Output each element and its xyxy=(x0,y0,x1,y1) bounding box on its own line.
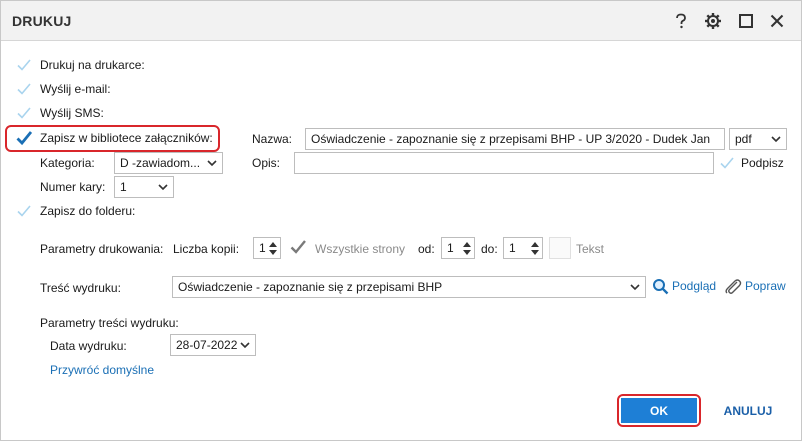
chevron-down-icon xyxy=(630,284,640,291)
format-select[interactable]: pdf xyxy=(729,128,787,150)
description-label: Opis: xyxy=(252,156,281,170)
fix-link[interactable]: Popraw xyxy=(724,276,786,296)
arrow-down-icon[interactable] xyxy=(268,249,278,257)
chevron-down-icon xyxy=(207,160,217,167)
arrow-up-icon[interactable] xyxy=(530,240,540,248)
ok-button[interactable]: OK xyxy=(621,398,697,423)
signature-label: Podpisz xyxy=(741,156,784,170)
chevron-down-icon xyxy=(158,184,168,191)
description-input[interactable] xyxy=(294,152,714,174)
check-icon xyxy=(17,59,31,71)
all-pages-label: Wszystkie strony xyxy=(315,242,406,256)
date-label: Data wydruku: xyxy=(50,339,127,353)
to-value: 1 xyxy=(509,241,516,255)
from-label: od: xyxy=(418,242,435,256)
arrow-up-icon[interactable] xyxy=(462,240,472,248)
preview-link[interactable]: Podgląd xyxy=(652,276,716,296)
check-icon xyxy=(290,240,306,254)
arrow-down-icon[interactable] xyxy=(530,249,540,257)
name-label: Nazwa: xyxy=(252,132,293,146)
copies-value: 1 xyxy=(259,241,266,255)
text-label: Tekst xyxy=(576,242,605,256)
paperclip-icon xyxy=(725,278,742,294)
save-folder-label: Zapisz do folderu: xyxy=(40,204,136,218)
cancel-button[interactable]: ANULUJ xyxy=(713,398,783,423)
close-icon[interactable] xyxy=(765,9,789,33)
restore-defaults-link[interactable]: Przywróć domyślne xyxy=(50,363,154,377)
help-icon[interactable] xyxy=(669,9,693,33)
category-label: Kategoria: xyxy=(40,156,95,170)
send-sms-label: Wyślij SMS: xyxy=(40,106,104,120)
arrow-down-icon[interactable] xyxy=(462,249,472,257)
from-stepper[interactable]: 1 xyxy=(441,237,475,259)
fix-label: Popraw xyxy=(745,279,786,293)
print-printer-checkbox[interactable] xyxy=(15,56,33,74)
check-icon xyxy=(17,83,31,95)
print-printer-label: Drukuj na drukarce: xyxy=(40,58,145,72)
print-params-label: Parametry drukowania: xyxy=(40,242,164,256)
save-library-checkbox[interactable] xyxy=(15,129,33,147)
category-select[interactable]: D -zawiadom... xyxy=(114,152,223,174)
send-email-label: Wyślij e-mail: xyxy=(40,82,111,96)
preview-label: Podgląd xyxy=(672,279,717,293)
send-email-checkbox[interactable] xyxy=(15,80,33,98)
format-value: pdf xyxy=(735,132,752,146)
save-library-label: Zapisz w bibliotece załączników: xyxy=(40,131,213,145)
dialog-title: DRUKUJ xyxy=(12,13,72,29)
arrow-up-icon[interactable] xyxy=(268,240,278,248)
card-number-select[interactable]: 1 xyxy=(114,176,174,198)
copies-label: Liczba kopii: xyxy=(173,242,240,256)
title-bar: DRUKUJ xyxy=(1,1,801,41)
check-icon xyxy=(16,131,33,146)
to-stepper[interactable]: 1 xyxy=(503,237,543,259)
name-input[interactable]: Oświadczenie - zapoznanie się z przepisa… xyxy=(305,128,725,150)
check-icon xyxy=(720,157,734,169)
copies-stepper[interactable]: 1 xyxy=(253,237,281,259)
check-icon xyxy=(17,107,31,119)
magnifier-icon xyxy=(653,278,669,294)
gear-icon[interactable] xyxy=(701,9,725,33)
to-label: do: xyxy=(481,242,498,256)
chevron-down-icon xyxy=(240,342,250,349)
print-dialog: DRUKUJ Drukuj na drukarce: Wyślij e-mail… xyxy=(0,0,802,441)
send-sms-checkbox[interactable] xyxy=(15,104,33,122)
content-select[interactable]: Oświadczenie - zapoznanie się z przepisa… xyxy=(172,276,646,298)
save-folder-checkbox[interactable] xyxy=(15,202,33,220)
category-value: D -zawiadom... xyxy=(120,156,201,170)
all-pages-checkbox[interactable] xyxy=(289,238,307,256)
content-label: Treść wydruku: xyxy=(40,281,121,295)
card-number-value: 1 xyxy=(120,180,127,194)
check-icon xyxy=(17,205,31,217)
chevron-down-icon xyxy=(771,136,781,143)
date-select[interactable]: 28-07-2022 xyxy=(170,334,256,356)
content-params-label: Parametry treści wydruku: xyxy=(40,316,179,330)
content-value: Oświadczenie - zapoznanie się z przepisa… xyxy=(178,280,443,294)
maximize-icon[interactable] xyxy=(734,9,758,33)
signature-checkbox[interactable] xyxy=(718,154,736,172)
date-value: 28-07-2022 xyxy=(176,338,238,352)
from-value: 1 xyxy=(447,241,454,255)
card-number-label: Numer kary: xyxy=(40,180,106,194)
text-checkbox[interactable] xyxy=(549,237,571,259)
